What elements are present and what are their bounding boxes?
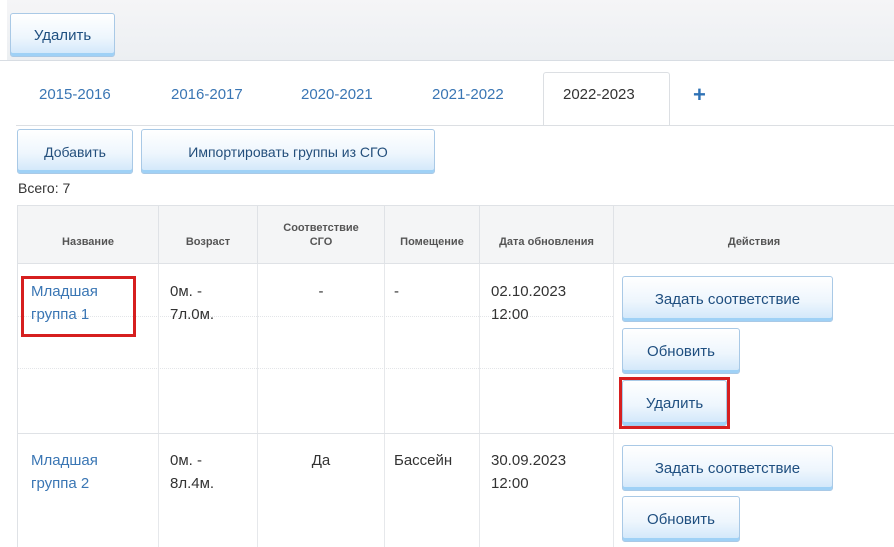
- tab-2021-2022[interactable]: 2021-2022: [432, 86, 504, 103]
- header-actions: Действия: [614, 206, 894, 264]
- row2-room: Бассейн: [394, 452, 453, 469]
- row2-age: 0м. - 8л.4м.: [170, 452, 215, 492]
- add-tab-plus-icon[interactable]: +: [693, 84, 706, 106]
- tab-2016-2017[interactable]: 2016-2017: [171, 86, 243, 103]
- tabs-underline: [16, 125, 894, 126]
- row-subdivider: [18, 368, 613, 369]
- header-room: Помещение: [385, 206, 480, 264]
- header-updated: Дата обновления: [480, 206, 614, 264]
- row1-updated: 02.10.2023 12:00: [491, 283, 567, 323]
- col-divider: [158, 264, 159, 547]
- header-sgo: Соответствие СГО: [258, 206, 385, 264]
- header-name: Название: [18, 206, 159, 264]
- row2-sgo: Да: [311, 452, 331, 469]
- row2-name-link[interactable]: Младшая группа 2: [31, 449, 131, 495]
- highlight-delete-box: [619, 377, 730, 429]
- col-divider: [613, 264, 614, 547]
- tab-2022-2023[interactable]: 2022-2023: [563, 86, 635, 103]
- row1-sgo: -: [318, 283, 324, 300]
- top-toolbar: [0, 0, 894, 61]
- row2-set-mapping-button[interactable]: Задать соответствие: [622, 445, 833, 491]
- highlight-name-box: [21, 276, 136, 337]
- tab-2020-2021[interactable]: 2020-2021: [301, 86, 373, 103]
- tab-2015-2016[interactable]: 2015-2016: [39, 86, 111, 103]
- header-sgo-label: Соответствие СГО: [283, 222, 359, 248]
- groups-table: Название Возраст Соответствие СГО Помеще…: [17, 205, 894, 547]
- row1-set-mapping-button[interactable]: Задать соответствие: [622, 276, 833, 322]
- add-button[interactable]: Добавить: [17, 129, 133, 174]
- total-count: Всего: 7: [18, 180, 71, 196]
- row2-refresh-button[interactable]: Обновить: [622, 496, 740, 542]
- import-groups-button[interactable]: Импортировать группы из СГО: [141, 129, 435, 174]
- row2-updated: 30.09.2023 12:00: [491, 452, 567, 492]
- row1-room: -: [394, 283, 399, 300]
- row1-age: 0м. - 7л.0м.: [170, 283, 215, 323]
- col-divider: [384, 264, 385, 547]
- row-separator: [18, 433, 894, 434]
- toolbar-edge: [0, 0, 7, 60]
- col-divider: [479, 264, 480, 547]
- header-age: Возраст: [159, 206, 258, 264]
- row1-refresh-button[interactable]: Обновить: [622, 328, 740, 374]
- col-divider: [257, 264, 258, 547]
- top-delete-button[interactable]: Удалить: [10, 13, 115, 57]
